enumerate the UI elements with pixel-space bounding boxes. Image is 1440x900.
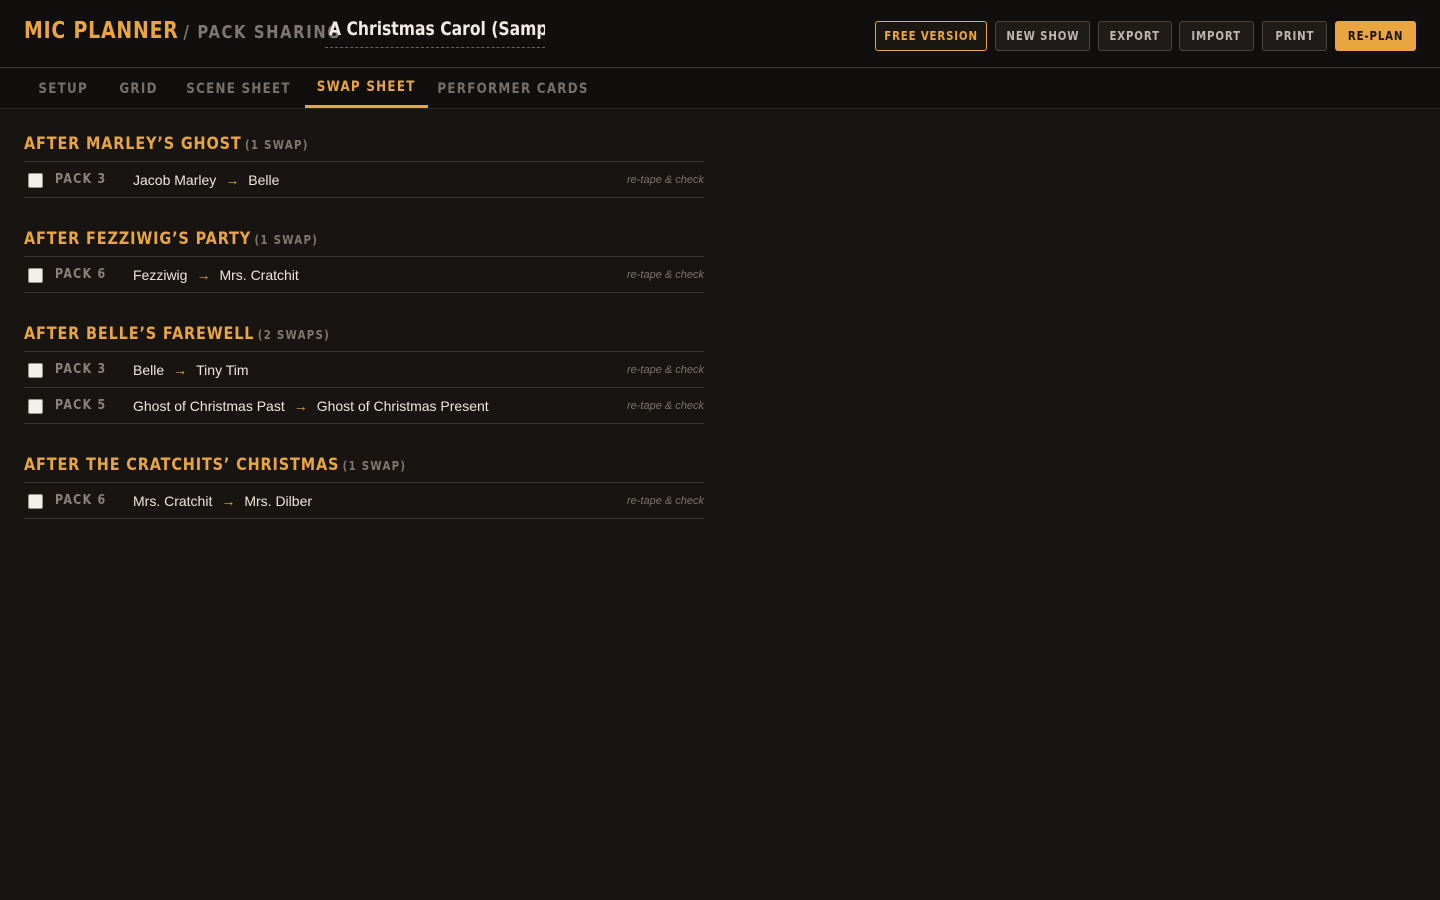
brand-subtitle: / PACK SHARING (183, 22, 342, 43)
tab-grid[interactable]: GRID (106, 69, 171, 108)
swap-detail: Ghost of Christmas Past → Ghost of Christm… (133, 388, 489, 424)
pack-label: PACK 6 (55, 493, 107, 508)
swap-detail: Jacob Marley → Belle (133, 162, 279, 198)
group-header: AFTER MARLEY’S GHOST (1 SWAP) (24, 110, 704, 162)
to-performer: Mrs. Cratchit (219, 267, 299, 283)
swap-detail: Fezziwig → Mrs. Cratchit (133, 257, 299, 293)
pack-label: PACK 3 (55, 172, 107, 187)
replan-button[interactable]: RE-PLAN (1335, 21, 1416, 51)
to-performer: Mrs. Dilber (244, 493, 313, 509)
arrow-right-icon: → (225, 172, 240, 188)
swap-note: re-tape & check (626, 495, 704, 507)
app-logo: MIC PLANNER / PACK SHARING (24, 18, 341, 44)
new-show-button[interactable]: NEW SHOW (995, 21, 1090, 51)
print-button[interactable]: PRINT (1262, 21, 1327, 51)
pack-label: PACK 5 (55, 398, 107, 413)
swap-done-checkbox[interactable] (28, 399, 43, 414)
group-header: AFTER FEZZIWIG’S PARTY (1 SWAP) (24, 205, 704, 257)
arrow-right-icon: → (293, 398, 308, 414)
swap-done-checkbox[interactable] (28, 494, 43, 509)
swap-row: PACK 3 Belle → Tiny Tim re-tape & check (24, 352, 704, 388)
group-count: (1 SWAP) (254, 233, 319, 247)
arrow-right-icon: → (173, 362, 188, 378)
pack-label: PACK 3 (55, 362, 107, 377)
swap-detail: Belle → Tiny Tim (133, 352, 249, 388)
group-header: AFTER THE CRATCHITS’ CHRISTMAS (1 SWAP) (24, 431, 704, 483)
swap-note: re-tape & check (626, 364, 704, 376)
group-count: (1 SWAP) (245, 138, 309, 152)
group-count: (2 SWAPS) (257, 328, 331, 342)
swap-note: re-tape & check (626, 174, 704, 186)
swap-detail: Mrs. Cratchit → Mrs. Dilber (133, 483, 312, 519)
swap-note: re-tape & check (626, 400, 704, 412)
export-button[interactable]: EXPORT (1098, 21, 1172, 51)
swap-note: re-tape & check (626, 269, 704, 281)
app-header: MIC PLANNER / PACK SHARING A Christmas Ca… (0, 0, 1440, 68)
free-version-button[interactable]: FREE VERSION (875, 21, 987, 51)
to-performer: Tiny Tim (196, 362, 249, 378)
group-title: AFTER FEZZIWIG’S PARTY (24, 229, 252, 249)
swap-done-checkbox[interactable] (28, 173, 43, 188)
from-performer: Ghost of Christmas Past (133, 398, 285, 414)
from-performer: Jacob Marley (133, 172, 217, 188)
to-performer: Ghost of Christmas Present (316, 398, 489, 414)
from-performer: Belle (133, 362, 165, 378)
group-header: AFTER BELLE’S FAREWELL (2 SWAPS) (24, 300, 704, 352)
swap-group: AFTER FEZZIWIG’S PARTY (1 SWAP) PACK 6 Fe… (24, 205, 704, 293)
tab-swap-sheet[interactable]: SWAP SHEET (305, 69, 428, 108)
to-performer: Belle (248, 172, 280, 188)
pack-label: PACK 6 (55, 267, 107, 282)
swap-group: AFTER THE CRATCHITS’ CHRISTMAS (1 SWAP) P… (24, 431, 704, 519)
group-count: (1 SWAP) (342, 459, 407, 473)
swap-row: PACK 6 Mrs. Cratchit → Mrs. Dilber re-tape… (24, 483, 704, 519)
swap-row: PACK 3 Jacob Marley → Belle re-tape & chec… (24, 162, 704, 198)
arrow-right-icon: → (196, 267, 211, 283)
swap-done-checkbox[interactable] (28, 268, 43, 283)
tab-scene-sheet[interactable]: SCENE SHEET (176, 69, 301, 108)
brand-name: MIC PLANNER (24, 18, 179, 44)
tab-performer-cards[interactable]: PERFORMER CARDS (432, 69, 594, 108)
swap-group: AFTER BELLE’S FAREWELL (2 SWAPS) PACK 3 B… (24, 300, 704, 424)
swap-row: PACK 5 Ghost of Christmas Past → Ghost of … (24, 388, 704, 424)
from-performer: Fezziwig (133, 267, 188, 283)
tab-bar: SETUP GRID SCENE SHEET SWAP SHEET PERFOR… (0, 69, 1440, 109)
swap-done-checkbox[interactable] (28, 363, 43, 378)
swap-row: PACK 6 Fezziwig → Mrs. Cratchit re-tape & … (24, 257, 704, 293)
show-title-input[interactable]: A Christmas Carol (Sample (325, 18, 545, 48)
swap-group: AFTER MARLEY’S GHOST (1 SWAP) PACK 3 Jaco… (24, 110, 704, 198)
arrow-right-icon: → (221, 493, 236, 509)
group-title: AFTER BELLE’S FAREWELL (24, 324, 255, 344)
import-button[interactable]: IMPORT (1179, 21, 1254, 51)
group-title: AFTER THE CRATCHITS’ CHRISTMAS (24, 455, 340, 475)
from-performer: Mrs. Cratchit (133, 493, 213, 509)
tab-setup[interactable]: SETUP (24, 69, 102, 108)
group-title: AFTER MARLEY’S GHOST (24, 134, 242, 154)
